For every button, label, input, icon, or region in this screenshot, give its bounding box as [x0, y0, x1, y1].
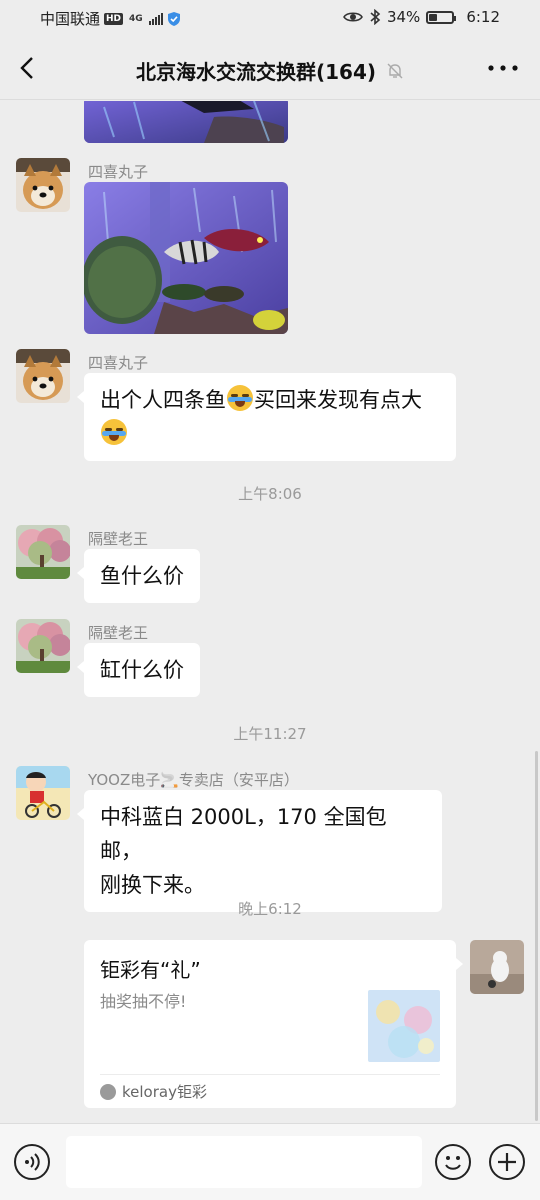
timestamp: 上午11:27: [233, 725, 307, 743]
dog-avatar-image: [16, 349, 70, 403]
timestamp: 晚上6:12: [238, 900, 302, 918]
card-thumbnail-image: [368, 990, 440, 1062]
message-text: 鱼什么价: [100, 564, 184, 588]
tree-avatar-image: [16, 525, 70, 579]
message-input[interactable]: [66, 1136, 422, 1188]
card-description: 抽奖抽不停!: [100, 992, 187, 1011]
sender-name: 隔壁老王: [88, 624, 149, 642]
bell-off-icon: [387, 63, 403, 78]
text-message-bubble[interactable]: 鱼什么价: [77, 549, 200, 603]
voice-icon: [25, 1153, 40, 1171]
message-text: 买回来发现有点大: [254, 388, 422, 412]
hd-badge: HD: [104, 12, 124, 25]
text-message-bubble[interactable]: 中科蓝白 2000L，170 全国包邮， 刚换下来。: [77, 790, 442, 912]
avatar[interactable]: [16, 525, 70, 579]
battery-icon: [426, 10, 457, 24]
avatar[interactable]: [16, 158, 70, 212]
avatar[interactable]: [16, 619, 70, 673]
card-source: keloray钜彩: [100, 1081, 207, 1102]
dog-avatar-image: [16, 158, 70, 212]
shield-icon: [167, 11, 180, 26]
scrollbar[interactable]: [535, 751, 538, 1121]
aquarium-photo: [84, 182, 288, 334]
message-text: 缸什么价: [100, 658, 184, 682]
emoji-icon: [445, 1156, 461, 1170]
more-dots-icon[interactable]: [486, 54, 520, 82]
aquarium-photo-partial: [84, 101, 288, 143]
source-logo-icon: [100, 1083, 116, 1100]
text-message-bubble[interactable]: 缸什么价: [77, 643, 200, 697]
image-message[interactable]: [84, 182, 288, 334]
avatar[interactable]: [16, 349, 70, 403]
status-left: 中国联通 HD 4G: [40, 8, 181, 29]
chat-title[interactable]: 北京海水交流交换群(164): [136, 56, 376, 85]
title-wrap: 北京海水交流交换群(164): [0, 56, 540, 85]
my-avatar[interactable]: [470, 940, 524, 994]
input-bar: [0, 1123, 540, 1200]
card-source-name: keloray钜彩: [122, 1083, 207, 1101]
status-right: 34% 6:12: [343, 8, 500, 26]
carrier-name: 中国联通: [40, 10, 101, 28]
card-divider: [100, 1074, 440, 1075]
cartoon-avatar-image: [16, 766, 70, 820]
avatar[interactable]: [16, 766, 70, 820]
bluetooth-icon: [370, 9, 381, 25]
sender-name: YOOZ电子🚬专卖店（安平店）: [88, 771, 299, 789]
sender-name: 四喜丸子: [88, 163, 149, 181]
crying-laughing-emoji: [227, 385, 253, 411]
chat-area[interactable]: 四喜丸子 四喜丸子 出个人四条鱼 买回来发现有点大 上午8:06 隔壁老王 鱼什…: [0, 101, 540, 1123]
sender-name: 隔壁老王: [88, 530, 149, 548]
eye-icon: [343, 12, 363, 22]
card-title: 钜彩有“礼”: [100, 958, 201, 982]
message-text-line-2: 刚换下来。: [100, 873, 205, 897]
tree-avatar-image: [16, 619, 70, 673]
card-thumbnail: [368, 990, 440, 1062]
status-time: 6:12: [466, 8, 500, 26]
text-message-bubble[interactable]: 出个人四条鱼 买回来发现有点大: [77, 373, 456, 461]
voice-button[interactable]: [14, 1144, 50, 1180]
emoji-button[interactable]: [435, 1144, 471, 1180]
chat-header: 北京海水交流交换群(164): [0, 36, 540, 100]
message-text: 出个人四条鱼: [100, 388, 226, 412]
crying-laughing-emoji: [101, 419, 127, 445]
link-card-message[interactable]: 钜彩有“礼” 抽奖抽不停! keloray钜彩: [84, 940, 463, 1108]
battery-percent: 34%: [386, 8, 421, 26]
plus-icon: [498, 1153, 516, 1171]
add-button[interactable]: [489, 1144, 525, 1180]
message-text-line-1: 中科蓝白 2000L，170 全国包邮，: [100, 805, 387, 863]
image-message-partial[interactable]: [84, 101, 288, 143]
timestamp: 上午8:06: [238, 485, 302, 503]
battery-fill: [429, 13, 438, 21]
signal-icon: [148, 12, 163, 25]
network-badge: 4G: [129, 13, 143, 24]
status-bar: 中国联通 HD 4G 34% 6:12: [0, 0, 540, 36]
cat-avatar-image: [470, 940, 524, 994]
sender-name: 四喜丸子: [88, 354, 149, 372]
